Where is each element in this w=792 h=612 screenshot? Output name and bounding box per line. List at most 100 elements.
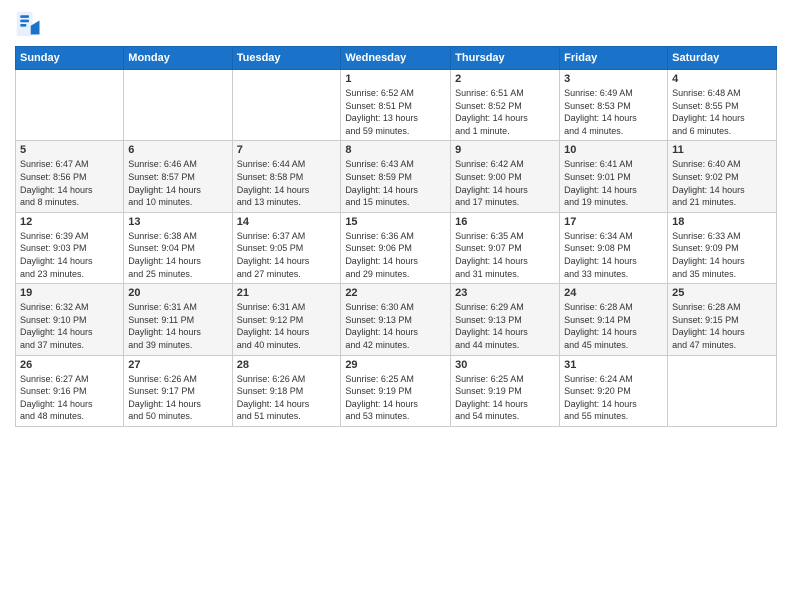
day-number: 25 [672,287,772,299]
logo-icon [15,10,43,38]
day-cell [232,70,341,141]
day-number: 27 [128,359,227,371]
day-cell: 23 Sunrise: 6:29 AM Sunset: 9:13 PM Dayli… [451,284,560,355]
day-number: 22 [345,287,446,299]
week-row-5: 26 Sunrise: 6:27 AM Sunset: 9:16 PM Dayli… [16,355,777,426]
day-info: Sunrise: 6:43 AM Sunset: 8:59 PM Dayligh… [345,158,446,208]
weekday-header-thursday: Thursday [451,47,560,70]
day-number: 1 [345,73,446,85]
day-info: Sunrise: 6:46 AM Sunset: 8:57 PM Dayligh… [128,158,227,208]
day-number: 24 [564,287,663,299]
day-number: 21 [237,287,337,299]
day-info: Sunrise: 6:48 AM Sunset: 8:55 PM Dayligh… [672,87,772,137]
day-number: 6 [128,144,227,156]
day-number: 17 [564,216,663,228]
header [15,10,777,38]
day-number: 5 [20,144,119,156]
day-info: Sunrise: 6:32 AM Sunset: 9:10 PM Dayligh… [20,301,119,351]
day-info: Sunrise: 6:29 AM Sunset: 9:13 PM Dayligh… [455,301,555,351]
page: SundayMondayTuesdayWednesdayThursdayFrid… [0,0,792,612]
day-info: Sunrise: 6:37 AM Sunset: 9:05 PM Dayligh… [237,230,337,280]
day-info: Sunrise: 6:49 AM Sunset: 8:53 PM Dayligh… [564,87,663,137]
day-number: 28 [237,359,337,371]
week-row-3: 12 Sunrise: 6:39 AM Sunset: 9:03 PM Dayli… [16,212,777,283]
day-cell: 18 Sunrise: 6:33 AM Sunset: 9:09 PM Dayli… [668,212,777,283]
day-info: Sunrise: 6:27 AM Sunset: 9:16 PM Dayligh… [20,373,119,423]
day-cell: 10Sunrise: 6:41 AM Sunset: 9:01 PM Dayli… [560,141,668,212]
day-cell: 19 Sunrise: 6:32 AM Sunset: 9:10 PM Dayli… [16,284,124,355]
day-info: Sunrise: 6:38 AM Sunset: 9:04 PM Dayligh… [128,230,227,280]
day-cell: 29Sunrise: 6:25 AM Sunset: 9:19 PM Dayli… [341,355,451,426]
day-number: 7 [237,144,337,156]
day-info: Sunrise: 6:34 AM Sunset: 9:08 PM Dayligh… [564,230,663,280]
day-cell: 4 Sunrise: 6:48 AM Sunset: 8:55 PM Daylig… [668,70,777,141]
day-cell: 17 Sunrise: 6:34 AM Sunset: 9:08 PM Dayli… [560,212,668,283]
logo [15,10,47,38]
day-info: Sunrise: 6:24 AM Sunset: 9:20 PM Dayligh… [564,373,663,423]
day-number: 3 [564,73,663,85]
day-info: Sunrise: 6:31 AM Sunset: 9:12 PM Dayligh… [237,301,337,351]
day-number: 30 [455,359,555,371]
day-info: Sunrise: 6:25 AM Sunset: 9:19 PM Dayligh… [455,373,555,423]
day-number: 26 [20,359,119,371]
day-info: Sunrise: 6:30 AM Sunset: 9:13 PM Dayligh… [345,301,446,351]
day-number: 18 [672,216,772,228]
week-row-4: 19 Sunrise: 6:32 AM Sunset: 9:10 PM Dayli… [16,284,777,355]
day-number: 20 [128,287,227,299]
day-info: Sunrise: 6:26 AM Sunset: 9:18 PM Dayligh… [237,373,337,423]
day-number: 12 [20,216,119,228]
day-info: Sunrise: 6:42 AM Sunset: 9:00 PM Dayligh… [455,158,555,208]
day-cell: 14 Sunrise: 6:37 AM Sunset: 9:05 PM Dayli… [232,212,341,283]
day-cell: 6 Sunrise: 6:46 AM Sunset: 8:57 PM Daylig… [124,141,232,212]
weekday-header-friday: Friday [560,47,668,70]
day-cell [16,70,124,141]
weekday-header-sunday: Sunday [16,47,124,70]
day-info: Sunrise: 6:26 AM Sunset: 9:17 PM Dayligh… [128,373,227,423]
day-cell: 1 Sunrise: 6:52 AM Sunset: 8:51 PM Daylig… [341,70,451,141]
day-cell: 2Sunrise: 6:51 AM Sunset: 8:52 PM Daylig… [451,70,560,141]
day-cell: 31 Sunrise: 6:24 AM Sunset: 9:20 PM Dayli… [560,355,668,426]
day-number: 11 [672,144,772,156]
day-cell: 7Sunrise: 6:44 AM Sunset: 8:58 PM Daylig… [232,141,341,212]
day-number: 23 [455,287,555,299]
day-info: Sunrise: 6:25 AM Sunset: 9:19 PM Dayligh… [345,373,446,423]
day-info: Sunrise: 6:39 AM Sunset: 9:03 PM Dayligh… [20,230,119,280]
day-info: Sunrise: 6:40 AM Sunset: 9:02 PM Dayligh… [672,158,772,208]
day-info: Sunrise: 6:52 AM Sunset: 8:51 PM Dayligh… [345,87,446,137]
day-number: 4 [672,73,772,85]
day-cell: 20 Sunrise: 6:31 AM Sunset: 9:11 PM Dayli… [124,284,232,355]
day-cell: 25 Sunrise: 6:28 AM Sunset: 9:15 PM Dayli… [668,284,777,355]
day-info: Sunrise: 6:28 AM Sunset: 9:14 PM Dayligh… [564,301,663,351]
day-cell: 5 Sunrise: 6:47 AM Sunset: 8:56 PM Daylig… [16,141,124,212]
day-cell: 26 Sunrise: 6:27 AM Sunset: 9:16 PM Dayli… [16,355,124,426]
day-number: 14 [237,216,337,228]
day-info: Sunrise: 6:31 AM Sunset: 9:11 PM Dayligh… [128,301,227,351]
day-cell [668,355,777,426]
day-info: Sunrise: 6:47 AM Sunset: 8:56 PM Dayligh… [20,158,119,208]
weekday-header-wednesday: Wednesday [341,47,451,70]
day-info: Sunrise: 6:28 AM Sunset: 9:15 PM Dayligh… [672,301,772,351]
week-row-2: 5 Sunrise: 6:47 AM Sunset: 8:56 PM Daylig… [16,141,777,212]
day-cell: 21 Sunrise: 6:31 AM Sunset: 9:12 PM Dayli… [232,284,341,355]
day-number: 9 [455,144,555,156]
day-cell: 9 Sunrise: 6:42 AM Sunset: 9:00 PM Daylig… [451,141,560,212]
day-number: 19 [20,287,119,299]
day-number: 8 [345,144,446,156]
day-cell [124,70,232,141]
weekday-header-tuesday: Tuesday [232,47,341,70]
day-cell: 13Sunrise: 6:38 AM Sunset: 9:04 PM Dayli… [124,212,232,283]
day-info: Sunrise: 6:35 AM Sunset: 9:07 PM Dayligh… [455,230,555,280]
day-info: Sunrise: 6:41 AM Sunset: 9:01 PM Dayligh… [564,158,663,208]
day-cell: 3 Sunrise: 6:49 AM Sunset: 8:53 PM Daylig… [560,70,668,141]
day-number: 31 [564,359,663,371]
day-cell: 16Sunrise: 6:35 AM Sunset: 9:07 PM Dayli… [451,212,560,283]
weekday-header-saturday: Saturday [668,47,777,70]
calendar-table: SundayMondayTuesdayWednesdayThursdayFrid… [15,46,777,427]
day-cell: 15Sunrise: 6:36 AM Sunset: 9:06 PM Dayli… [341,212,451,283]
day-info: Sunrise: 6:33 AM Sunset: 9:09 PM Dayligh… [672,230,772,280]
week-row-1: 1 Sunrise: 6:52 AM Sunset: 8:51 PM Daylig… [16,70,777,141]
weekday-header-row: SundayMondayTuesdayWednesdayThursdayFrid… [16,47,777,70]
day-number: 2 [455,73,555,85]
day-cell: 11 Sunrise: 6:40 AM Sunset: 9:02 PM Dayli… [668,141,777,212]
weekday-header-monday: Monday [124,47,232,70]
